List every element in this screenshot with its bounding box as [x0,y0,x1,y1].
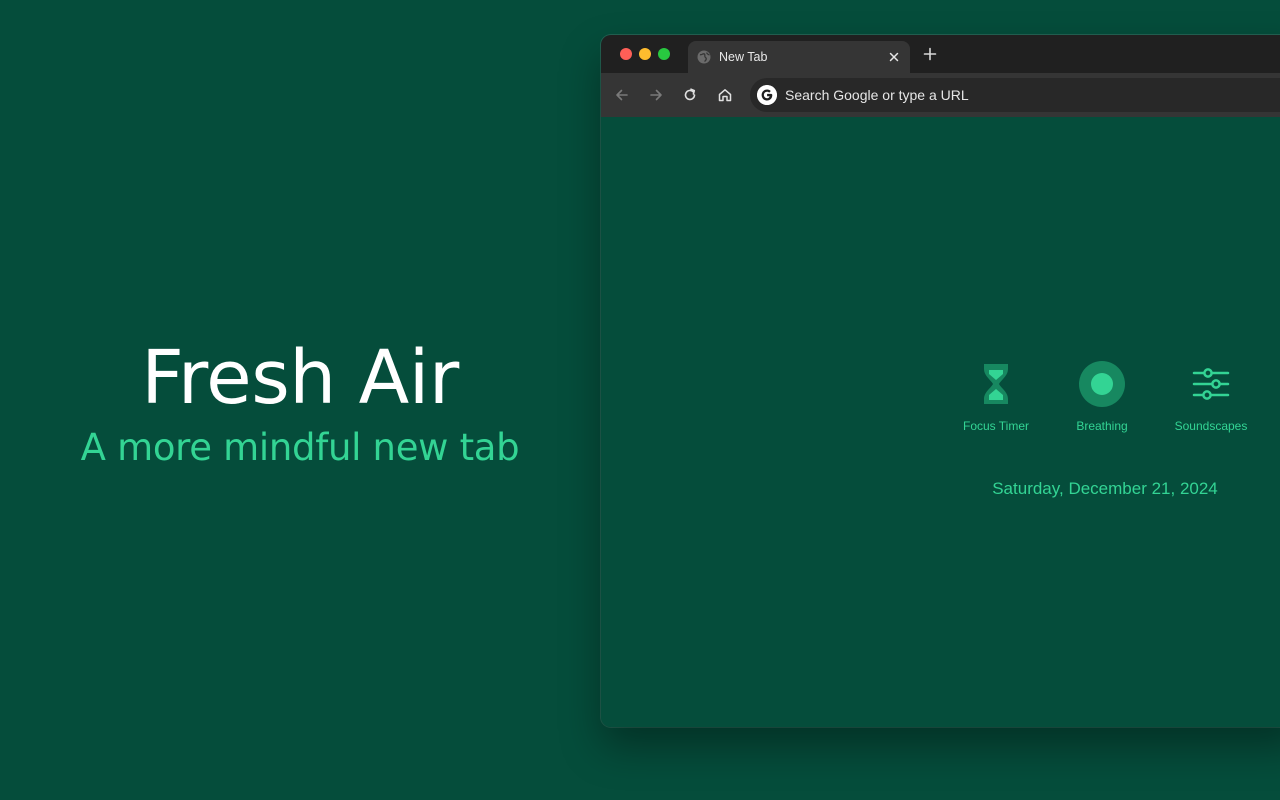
google-g-icon [757,85,777,105]
hero: Fresh Air A more mindful new tab [0,330,600,474]
globe-icon [697,50,711,64]
tab-title: New Tab [719,50,768,64]
breathing-circle-icon [1079,361,1125,407]
soundscapes-button[interactable]: Soundscapes [1156,361,1266,433]
breathing-label: Breathing [1076,419,1128,433]
omnibox[interactable]: Search Google or type a URL [750,78,1280,112]
promo-stage: Fresh Air A more mindful new tab New Tab [0,0,1280,800]
new-tab-page: Focus Timer Breathing Soundscapes Saturd… [601,117,1280,727]
browser-titlebar: New Tab [601,35,1280,73]
browser-window: New Tab Search Google or type a URL Focu… [601,35,1280,727]
focus-timer-label: Focus Timer [962,419,1029,433]
minimize-window-button[interactable] [639,48,651,60]
hourglass-icon [984,364,1008,404]
breathing-button[interactable]: Breathing [1047,361,1157,433]
sliders-icon [1192,368,1230,400]
close-window-button[interactable] [620,48,632,60]
close-icon[interactable] [887,50,901,64]
soundscapes-label: Soundscapes [1174,419,1248,433]
reload-icon[interactable] [681,86,699,104]
home-icon[interactable] [716,86,734,104]
forward-arrow-icon[interactable] [647,86,665,104]
hero-title: Fresh Air [141,335,459,421]
hero-subtitle: A more mindful new tab [80,426,520,469]
maximize-window-button[interactable] [658,48,670,60]
tab-new-tab[interactable]: New Tab [688,41,910,73]
back-arrow-icon[interactable] [613,86,631,104]
omnibox-placeholder: Search Google or type a URL [785,87,969,103]
browser-toolbar: Search Google or type a URL [601,73,1280,117]
new-tab-plus-icon[interactable] [921,45,939,63]
date-display: Saturday, December 21, 2024 [992,479,1218,498]
focus-timer-button[interactable]: Focus Timer [941,361,1051,433]
